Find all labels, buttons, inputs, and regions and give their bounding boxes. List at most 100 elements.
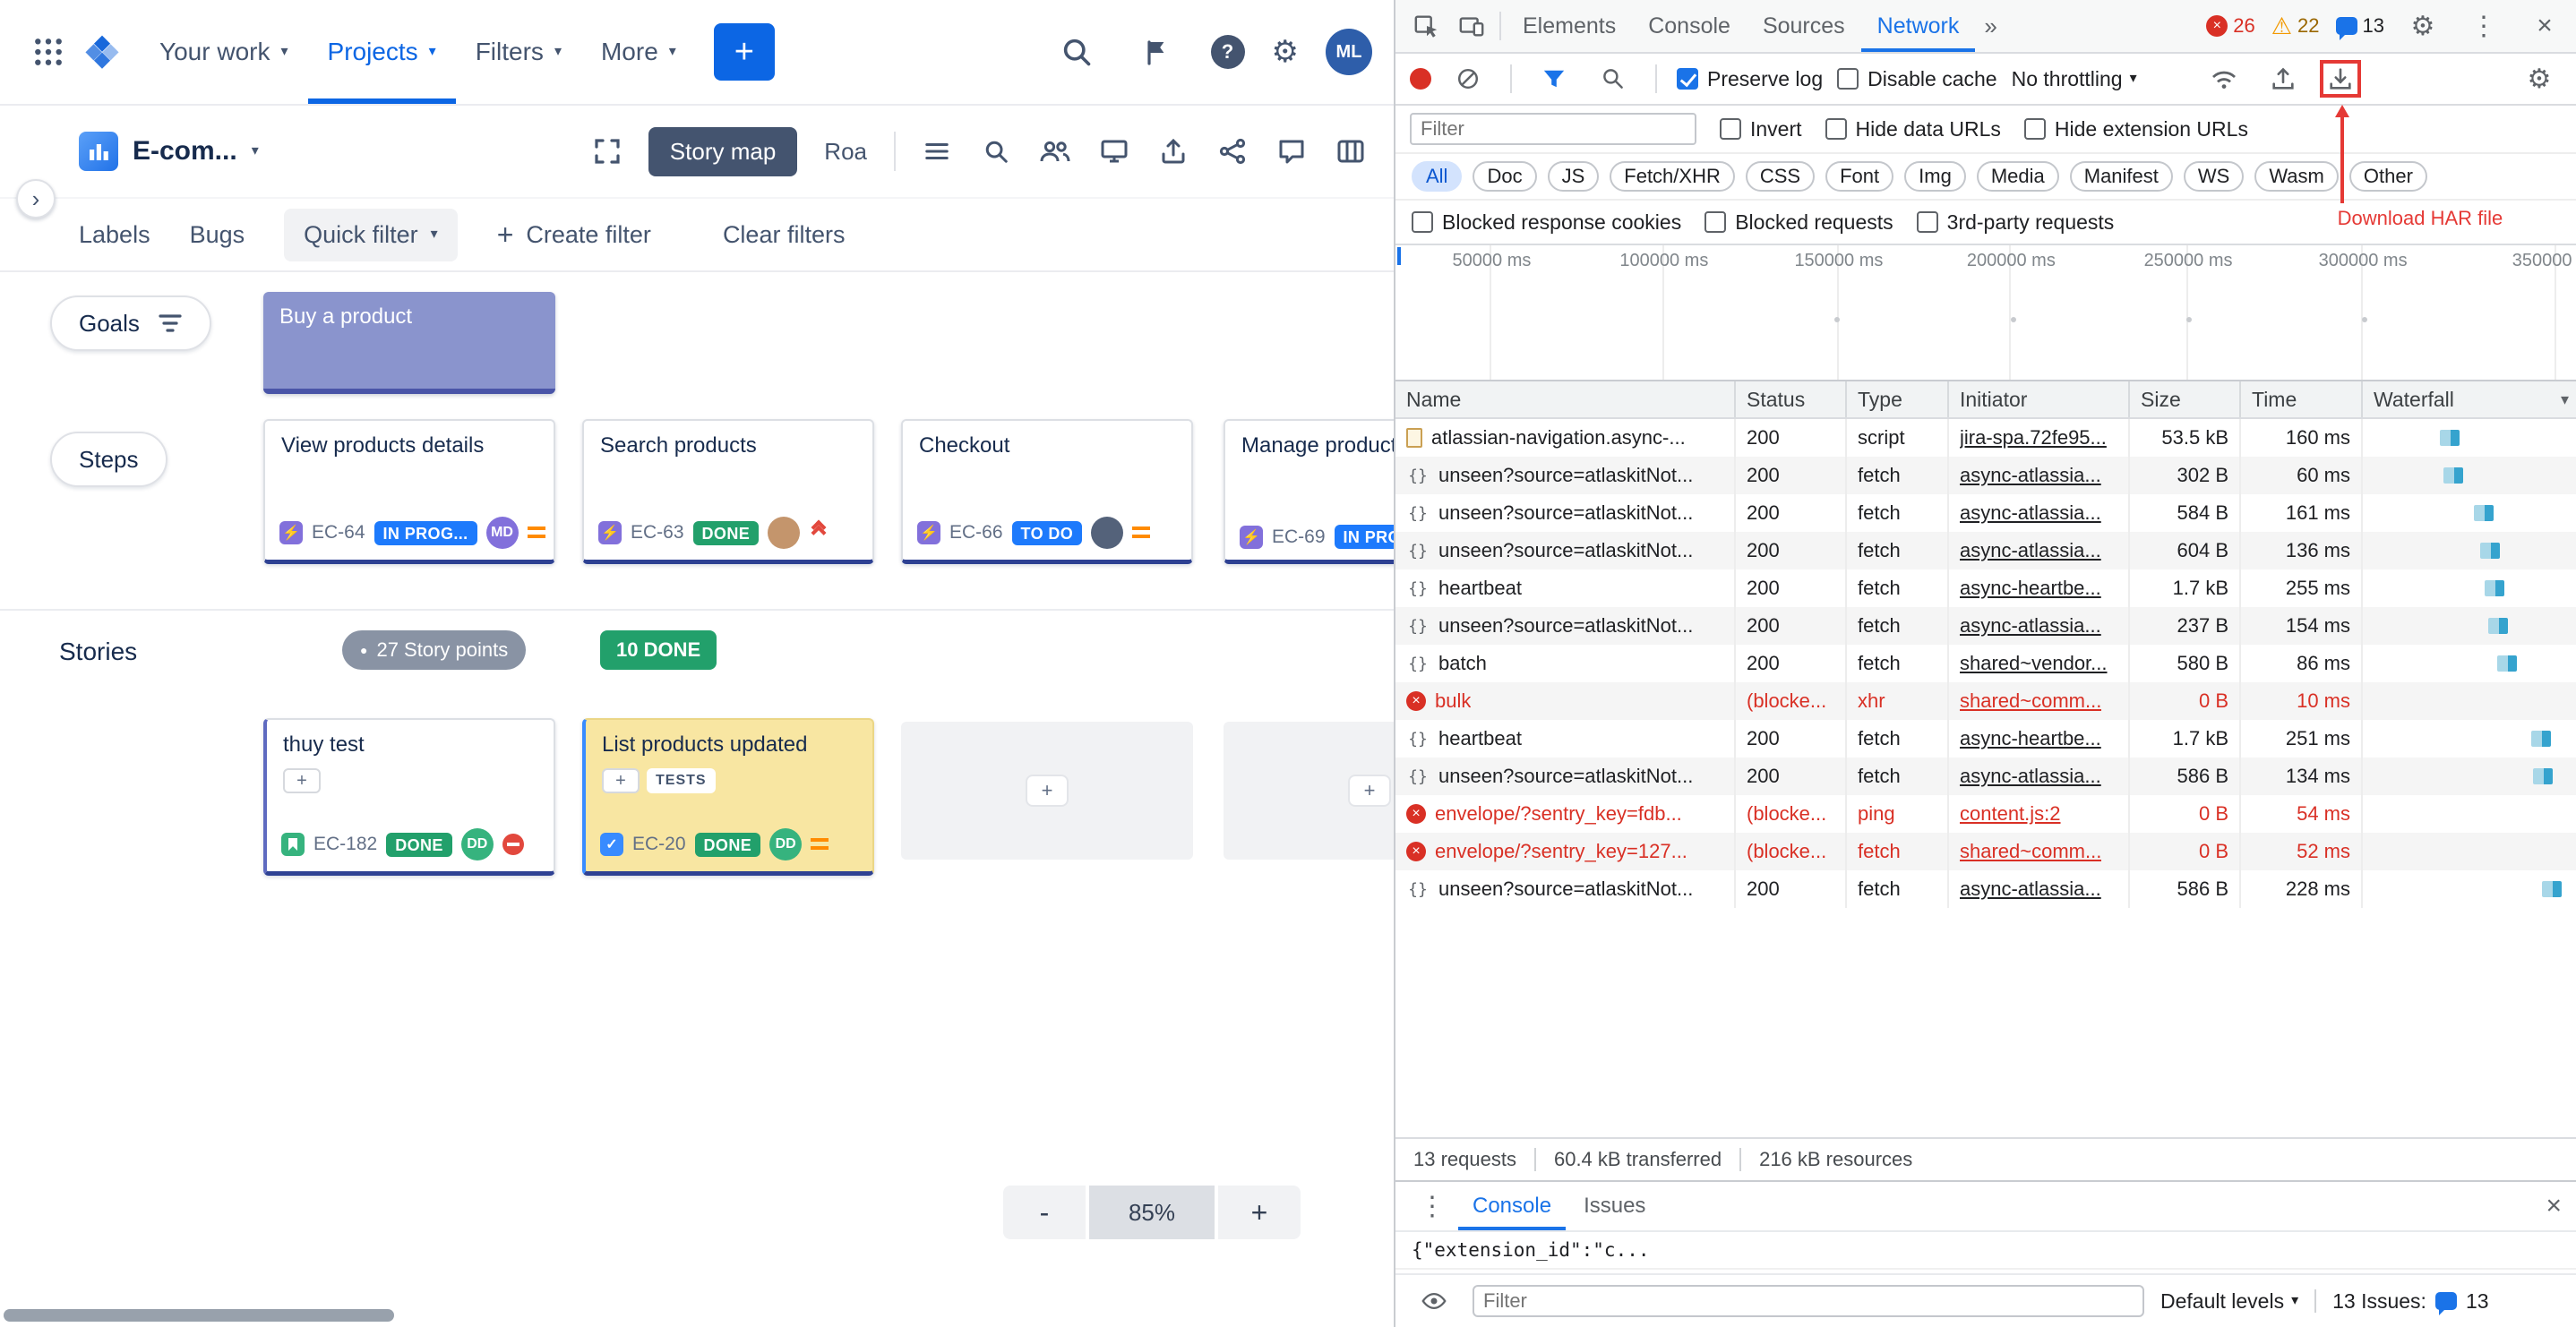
column-header-waterfall[interactable]: Waterfall▾ [2363, 381, 2576, 417]
network-request-row[interactable]: envelope/?sentry_key=fdb... (blocke... p… [1395, 795, 2576, 833]
assignee-avatar[interactable]: MD [486, 517, 519, 549]
filter-funnel-icon[interactable] [1532, 56, 1576, 101]
network-request-row[interactable]: heartbeat 200 fetch async-heartbe... 1.7… [1395, 569, 2576, 607]
settings-gear-icon[interactable]: ⚙ [1272, 37, 1299, 67]
resource-filter-chip[interactable]: Media [1977, 161, 2059, 192]
resource-filter-chip[interactable]: Font [1825, 161, 1893, 192]
initiator-link[interactable]: async-atlassia... [1960, 614, 2101, 638]
initiator-link[interactable]: async-atlassia... [1960, 765, 2101, 788]
record-icon[interactable] [1410, 68, 1431, 90]
log-levels-select[interactable]: Default levels▾ [2160, 1289, 2298, 1314]
project-name[interactable]: E-com... [133, 136, 237, 167]
initiator-link[interactable]: async-heartbe... [1960, 727, 2101, 750]
resource-filter-chip[interactable]: WS [2184, 161, 2244, 192]
warning-count-badge[interactable]: ⚠22 [2271, 14, 2320, 38]
jira-logo[interactable] [75, 25, 129, 79]
goal-card[interactable]: Buy a product [263, 292, 555, 394]
flag-icon[interactable] [1130, 25, 1184, 79]
step-card[interactable]: View products details ⚡ EC-64 IN PROG...… [263, 419, 555, 564]
steps-pill[interactable]: Steps [50, 432, 167, 487]
drawer-menu-icon[interactable]: ⋮ [1410, 1184, 1455, 1229]
labels-link[interactable]: Labels [79, 221, 150, 249]
eye-icon[interactable] [1412, 1279, 1456, 1323]
blocked-filter-checkbox[interactable]: Blocked response cookies [1412, 210, 1681, 235]
network-request-row[interactable]: unseen?source=atlaskitNot... 200 fetch a… [1395, 494, 2576, 532]
import-har-icon[interactable] [2261, 56, 2306, 101]
initiator-link[interactable]: shared~comm... [1960, 689, 2101, 713]
initiator-link[interactable]: shared~comm... [1960, 840, 2101, 863]
initiator-link[interactable]: async-atlassia... [1960, 501, 2101, 525]
assignee-avatar[interactable] [1091, 517, 1123, 549]
fullscreen-icon[interactable] [589, 133, 625, 169]
empty-card-slot[interactable]: + [1224, 722, 1394, 860]
board-columns-icon[interactable] [1333, 133, 1369, 169]
story-card[interactable]: thuy test + EC-182 DONE DD [263, 718, 555, 876]
initiator-link[interactable]: async-atlassia... [1960, 878, 2101, 901]
search-icon[interactable] [978, 133, 1014, 169]
tab-network[interactable]: Network [1861, 0, 1976, 52]
resource-filter-chip[interactable]: Other [2349, 161, 2427, 192]
add-label-button[interactable]: + [602, 768, 640, 793]
step-card[interactable]: Manage products ⚡ EC-69 IN PROG... [1224, 419, 1394, 564]
devtools-close-icon[interactable]: × [2522, 4, 2567, 48]
initiator-link[interactable]: jira-spa.72fe95... [1960, 426, 2107, 449]
blocked-filter-checkbox[interactable]: 3rd-party requests [1917, 210, 2115, 235]
column-header-type[interactable]: Type [1847, 381, 1949, 417]
step-card[interactable]: Search products ⚡ EC-63 DONE [582, 419, 874, 564]
column-header-initiator[interactable]: Initiator [1949, 381, 2130, 417]
resource-filter-chip[interactable]: Doc [1473, 161, 1536, 192]
bugs-link[interactable]: Bugs [190, 221, 245, 249]
resource-filter-chip[interactable]: CSS [1746, 161, 1815, 192]
nav-item-projects[interactable]: Projects▾ [308, 0, 456, 104]
network-filter-input[interactable] [1410, 113, 1696, 145]
network-request-row[interactable]: envelope/?sentry_key=127... (blocke... f… [1395, 833, 2576, 870]
network-settings-icon[interactable]: ⚙ [2517, 56, 2562, 101]
resource-filter-chip[interactable]: JS [1548, 161, 1600, 192]
error-count-badge[interactable]: ×26 [2206, 14, 2254, 38]
create-button[interactable]: + [714, 23, 775, 81]
clear-filters-button[interactable]: Clear filters [723, 221, 846, 249]
story-card[interactable]: List products updated + TESTS ✓ EC-20 DO… [582, 718, 874, 876]
share-icon[interactable] [1215, 133, 1250, 169]
resource-filter-chip[interactable]: Wasm [2254, 161, 2339, 192]
column-header-size[interactable]: Size [2130, 381, 2241, 417]
initiator-link[interactable]: async-atlassia... [1960, 539, 2101, 562]
network-conditions-icon[interactable] [2202, 56, 2246, 101]
rows-icon[interactable] [919, 133, 955, 169]
message-count-badge[interactable]: 13 [2336, 14, 2384, 38]
throttling-select[interactable]: No throttling▾ [2012, 67, 2137, 91]
devtools-menu-icon[interactable]: ⋮ [2461, 4, 2506, 48]
step-card[interactable]: Checkout ⚡ EC-66 TO DO [901, 419, 1193, 564]
network-overview-timeline[interactable]: 50000 ms 100000 ms 150000 ms 200000 ms 2… [1395, 245, 2576, 381]
tab-elements[interactable]: Elements [1507, 0, 1632, 52]
assignee-avatar[interactable] [768, 517, 800, 549]
network-request-row[interactable]: unseen?source=atlaskitNot... 200 fetch a… [1395, 758, 2576, 795]
presentation-icon[interactable] [1096, 133, 1132, 169]
add-card-button[interactable]: + [1027, 776, 1067, 805]
horizontal-scrollbar[interactable] [4, 1309, 394, 1322]
create-filter-button[interactable]: +Create filter [497, 220, 651, 249]
column-header-time[interactable]: Time [2241, 381, 2363, 417]
resource-filter-chip[interactable]: All [1412, 161, 1462, 192]
app-switcher-icon[interactable] [21, 25, 75, 79]
initiator-link[interactable]: shared~vendor... [1960, 652, 2108, 675]
column-header-status[interactable]: Status [1736, 381, 1847, 417]
goals-pill[interactable]: Goals [50, 295, 211, 351]
tab-console[interactable]: Console [1632, 0, 1747, 52]
sidebar-expand-button[interactable]: › [16, 179, 56, 218]
people-icon[interactable] [1037, 133, 1073, 169]
clear-icon[interactable] [1446, 56, 1490, 101]
resource-filter-chip[interactable]: Fetch/XHR [1610, 161, 1735, 192]
issues-counter[interactable]: 13 Issues: 13 [2332, 1289, 2488, 1314]
user-avatar[interactable]: ML [1326, 29, 1372, 75]
empty-card-slot[interactable]: + [901, 722, 1193, 860]
view-toggle-story-map[interactable]: Story map [648, 127, 798, 176]
network-request-row[interactable]: unseen?source=atlaskitNot... 200 fetch a… [1395, 532, 2576, 569]
help-icon[interactable]: ? [1211, 35, 1245, 69]
network-request-row[interactable]: heartbeat 200 fetch async-heartbe... 1.7… [1395, 720, 2576, 758]
view-toggle-roadmap[interactable]: Roa [820, 127, 871, 176]
network-request-row[interactable]: unseen?source=atlaskitNot... 200 fetch a… [1395, 457, 2576, 494]
drawer-close-icon[interactable]: × [2546, 1191, 2562, 1221]
add-label-button[interactable]: + [283, 768, 321, 793]
inspect-element-icon[interactable] [1404, 4, 1449, 48]
